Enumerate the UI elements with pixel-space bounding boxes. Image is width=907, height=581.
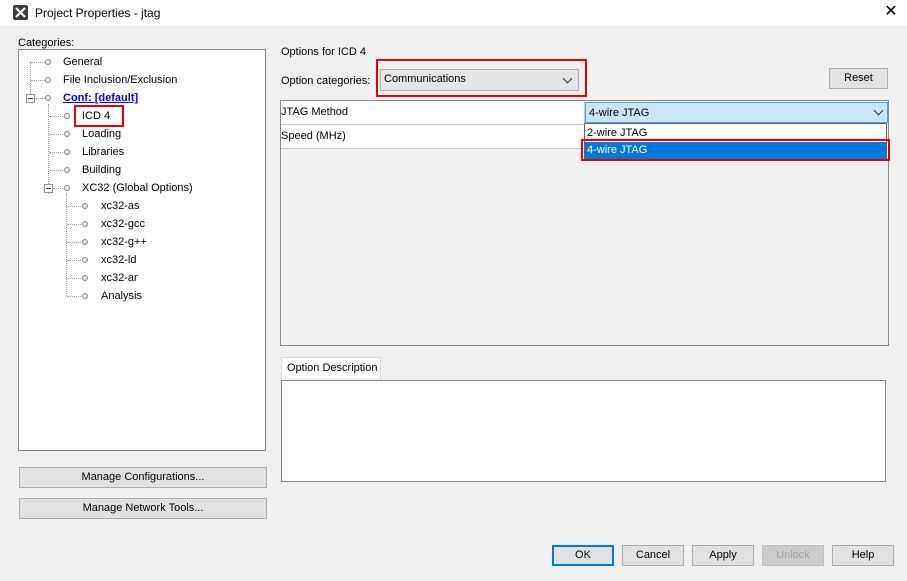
table-row: Speed (MHz) [281,125,585,149]
manage-network-tools-button[interactable]: Manage Network Tools... [19,498,267,519]
tree-item-xc32-global[interactable]: XC32 (Global Options) [82,180,193,196]
highlight-icd4 [74,105,124,127]
tree-item-general[interactable]: General [63,54,102,70]
tree-item-xc32-as[interactable]: xc32-as [101,198,140,214]
ok-button[interactable]: OK [552,545,614,566]
tree-item-xc32-ar[interactable]: xc32-ar [101,270,138,286]
cancel-button[interactable]: Cancel [622,545,684,566]
tree-item-analysis[interactable]: Analysis [101,288,142,304]
bullet-icon [64,113,70,119]
tab-option-description[interactable]: Option Description [281,357,381,378]
tree-item-file-inclusion[interactable]: File Inclusion/Exclusion [63,72,177,88]
close-icon[interactable]: ✕ [882,3,900,21]
tree-item-building[interactable]: Building [82,162,121,178]
bullet-icon [82,239,88,245]
tab-label: Option Description [287,362,378,374]
tree-item-loading[interactable]: Loading [82,126,121,142]
mplab-x-icon [13,5,28,20]
tree-item-libraries[interactable]: Libraries [82,144,124,160]
collapse-icon[interactable] [26,94,35,103]
jtag-method-value: 4-wire JTAG [589,107,650,119]
bullet-icon [82,203,88,209]
chevron-down-icon [873,105,884,116]
collapse-icon[interactable] [44,184,53,193]
reset-button[interactable]: Reset [829,68,888,89]
categories-label: Categories: [18,37,75,49]
tree-item-xc32-ld[interactable]: xc32-ld [101,252,136,268]
categories-tree[interactable]: General File Inclusion/Exclusion Conf: [… [18,49,266,451]
highlight-4wire-option [581,139,890,161]
manage-configurations-button[interactable]: Manage Configurations... [19,467,267,488]
bullet-icon [82,221,88,227]
property-name: JTAG Method [281,106,349,118]
property-name: Speed (MHz) [281,130,346,142]
bullet-icon [64,149,70,155]
window-title: Project Properties - jtag [35,6,161,20]
apply-button[interactable]: Apply [692,545,754,566]
options-header: Options for ICD 4 [281,46,366,58]
unlock-button: Unlock [762,545,824,566]
tree-item-xc32-gcc[interactable]: xc32-gcc [101,216,145,232]
option-description-box [281,380,886,482]
bullet-icon [64,167,70,173]
tree-item-conf-default[interactable]: Conf: [default] [63,90,138,106]
option-categories-label: Option categories: [281,75,371,87]
bullet-icon [45,77,51,83]
bullet-icon [45,59,51,65]
bullet-icon [45,95,51,101]
help-button[interactable]: Help [832,545,894,566]
jtag-method-select[interactable]: 4-wire JTAG [585,102,888,123]
bullet-icon [82,293,88,299]
bullet-icon [64,131,70,137]
bullet-icon [82,275,88,281]
tree-item-xc32-gpp[interactable]: xc32-g++ [101,234,147,250]
highlight-option-categories [376,59,587,97]
bullet-icon [64,185,70,191]
bullet-icon [82,257,88,263]
